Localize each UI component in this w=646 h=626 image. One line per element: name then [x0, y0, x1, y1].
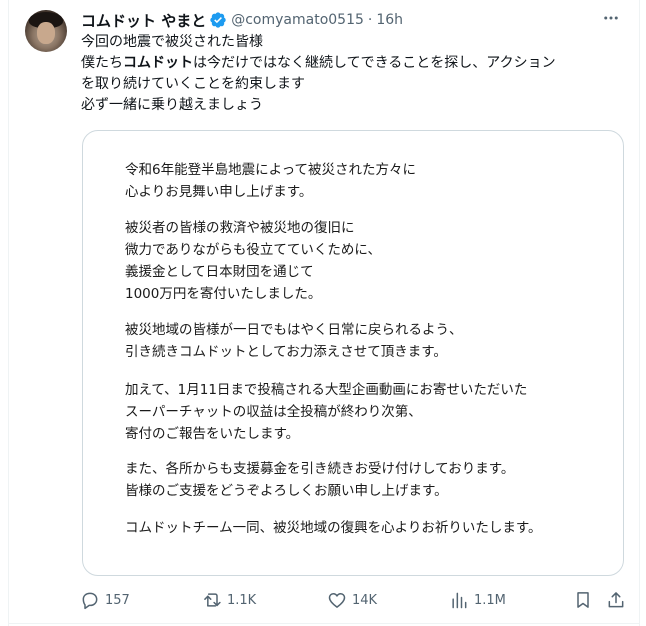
tweet-header: コムドット やまと @comyamato0515 · 16h — [81, 9, 403, 31]
tweet[interactable]: コムドット やまと @comyamato0515 · 16h 今回の地震で被災さ… — [0, 0, 646, 626]
separator: · — [367, 12, 373, 28]
tweet-text-line: を取り続けていくことを約束します — [81, 76, 305, 92]
share-button[interactable] — [606, 588, 626, 612]
reply-icon — [82, 592, 98, 610]
repost-button[interactable]: 1.1K — [202, 588, 256, 612]
bookmark-icon — [577, 592, 589, 608]
display-name[interactable]: コムドット やまと — [81, 10, 206, 31]
reply-count: 157 — [105, 592, 130, 608]
handle[interactable]: @comyamato0515 — [231, 12, 364, 28]
reply-button[interactable]: 157 — [80, 588, 130, 612]
statement-paragraph: 被災者の皆様の救済や被災地の復旧に 微力でありながらも役立てていくために、 義援… — [125, 220, 381, 302]
tweet-text-line: 今回の地震で被災された皆様 — [81, 34, 263, 50]
statement-paragraph: コムドットチーム一同、被災地域の復興を心よりお祈りいたします。 — [125, 520, 542, 536]
action-bar: 157 1.1K 14K 1.1M — [76, 588, 636, 612]
attached-image-statement[interactable]: 令和6年能登半島地震によって被災された方々に 心よりお見舞い申し上げます。 被災… — [82, 130, 624, 576]
like-button[interactable]: 14K — [327, 588, 377, 612]
divider — [8, 623, 640, 624]
view-count: 1.1M — [474, 592, 506, 608]
verified-badge-icon — [209, 11, 227, 29]
bookmark-button[interactable] — [573, 588, 593, 612]
views-button[interactable]: 1.1M — [449, 588, 506, 612]
heart-icon — [328, 593, 346, 608]
statement-paragraph: 令和6年能登半島地震によって被災された方々に 心よりお見舞い申し上げます。 — [125, 162, 417, 200]
more-options-icon[interactable] — [598, 8, 624, 28]
repost-icon — [202, 593, 221, 610]
like-count: 14K — [352, 592, 378, 608]
tweet-text-line: 僕たちコムドットは今だけではなく継続してできることを探し、アクション — [81, 55, 556, 71]
timestamp[interactable]: 16h — [376, 12, 403, 28]
statement-paragraph: 加えて、1月11日まで投稿される大型企画動画にお寄せいただいた スーパーチャット… — [125, 382, 528, 442]
share-icon — [608, 592, 624, 608]
statement-paragraph: 被災地域の皆様が一日でもはやく日常に戻られるよう、 引き続きコムドットとしてお力… — [125, 322, 463, 360]
tweet-text: 今回の地震で被災された皆様 僕たちコムドットは今だけではなく継続してできることを… — [81, 32, 633, 116]
tweet-text-line: 必ず一緒に乗り越えましょう — [81, 97, 263, 113]
analytics-icon — [452, 592, 467, 609]
repost-count: 1.1K — [227, 592, 257, 608]
bold-group-name: コムドット — [123, 55, 193, 71]
statement-paragraph: また、各所からも支援募金を引き続きお受け付けしております。 皆様のご支援をどうぞ… — [125, 461, 515, 499]
avatar[interactable] — [25, 10, 67, 52]
